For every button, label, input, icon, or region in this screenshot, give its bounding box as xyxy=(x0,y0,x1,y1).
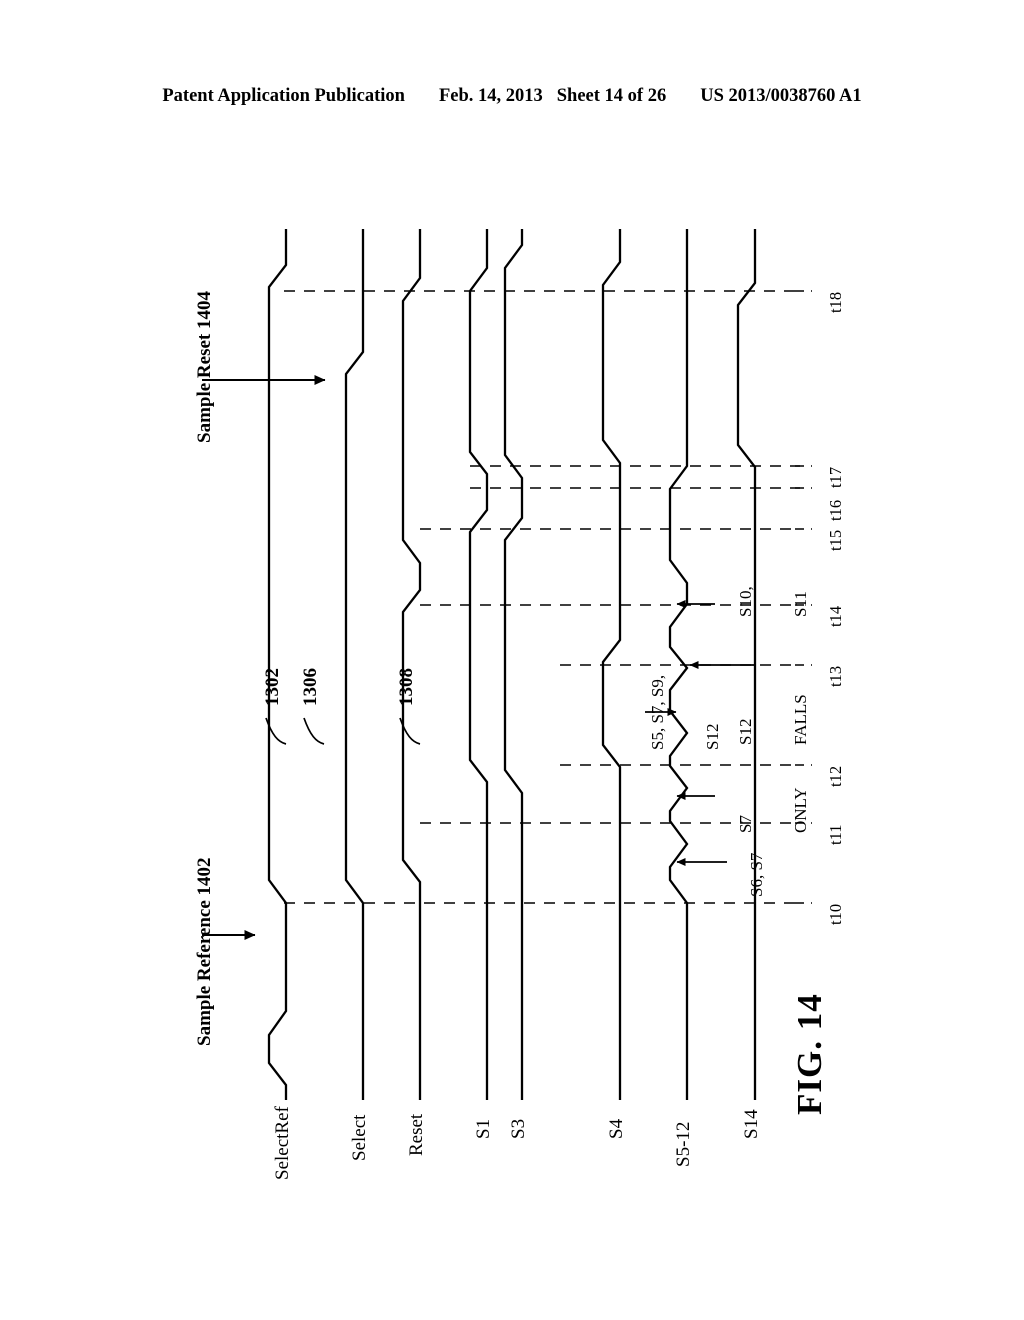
time-label-t14: t14 xyxy=(826,605,845,627)
figure-caption: FIG. 14 xyxy=(790,993,829,1115)
annotation-line: S10, xyxy=(735,586,755,617)
signal-label-selectref: SelectRef xyxy=(272,1106,293,1180)
signal-label-reset: Reset xyxy=(406,1113,427,1156)
waveform-s3 xyxy=(503,229,524,1100)
time-label-t13: t13 xyxy=(826,665,845,687)
signal-label-s3: S3 xyxy=(508,1118,529,1139)
waveform-reset xyxy=(401,229,422,1100)
annotation-s5-s7-s9-s12: S5, S7, S9, S12 xyxy=(612,675,741,750)
callout-sample-reset: Sample Reset 1404 xyxy=(194,291,215,443)
figure-14-timing-diagram: SelectRef Select Reset S1 S3 S4 S5-12 S1… xyxy=(0,0,1024,1320)
signal-label-s5-12: S5-12 xyxy=(673,1121,694,1167)
reference-numeral-1308: 1308 xyxy=(396,668,417,706)
signal-label-select: Select xyxy=(349,1114,370,1161)
annotation-line: S12 xyxy=(702,723,722,750)
reference-numeral-1306: 1306 xyxy=(300,668,321,706)
annotation-line: FALLS xyxy=(790,694,810,745)
annotation-s7-only: S7 ONLY xyxy=(700,787,829,833)
time-label-t15: t15 xyxy=(826,529,845,551)
time-label-t18: t18 xyxy=(826,291,845,313)
annotation-line: S11 xyxy=(790,591,810,617)
waveform-s1 xyxy=(468,229,489,1100)
time-label-t16: t16 xyxy=(826,499,845,521)
time-label-t12: t12 xyxy=(826,765,845,787)
reference-numeral-1302: 1302 xyxy=(262,668,283,706)
waveform-select xyxy=(344,229,365,1100)
time-label-t10: t10 xyxy=(826,903,845,925)
waveform-s5-12 xyxy=(668,229,689,1100)
signal-label-s14: S14 xyxy=(741,1109,762,1139)
callout-sample-reference: Sample Reference 1402 xyxy=(194,857,215,1046)
time-label-t11: t11 xyxy=(826,824,845,845)
annotation-s6-s7: S6, S7 xyxy=(711,853,784,897)
annotation-line: ONLY xyxy=(790,787,810,833)
waveform-selectref xyxy=(267,229,288,1100)
annotation-line: S5, S7, S9, xyxy=(647,674,667,750)
annotation-line: S7 xyxy=(735,815,755,833)
signal-label-s4: S4 xyxy=(606,1118,627,1139)
annotation-line: S6, S7 xyxy=(746,852,766,897)
callout-arrows xyxy=(202,375,326,940)
annotation-s10-s11: S10, S11 xyxy=(700,586,829,617)
time-label-t17: t17 xyxy=(826,466,845,488)
leader-1306 xyxy=(303,717,325,745)
signal-label-s1: S1 xyxy=(473,1118,494,1139)
reference-leaders xyxy=(265,717,421,745)
